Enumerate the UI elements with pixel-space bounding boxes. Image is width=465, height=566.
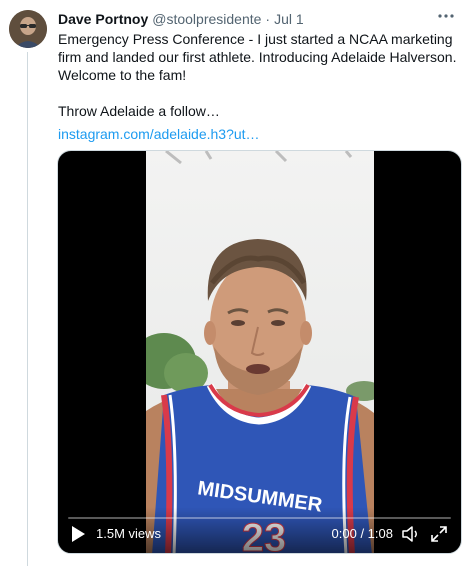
tweet: Dave Portnoy @stoolpresidente · Jul 1 Em… [0, 0, 465, 566]
more-options-button[interactable] [435, 8, 457, 24]
video-player[interactable]: MIDSUMMER 23 [57, 150, 462, 554]
play-button[interactable] [70, 525, 86, 543]
tweet-body: Emergency Press Conference - I just star… [58, 31, 457, 119]
separator-dot: · [265, 11, 271, 27]
tweet-date[interactable]: Jul 1 [274, 11, 304, 27]
avatar[interactable] [9, 10, 47, 48]
volume-button[interactable] [401, 524, 421, 544]
volume-icon [402, 526, 417, 542]
author-name[interactable]: Dave Portnoy [58, 11, 148, 27]
view-count: 1.5M views [96, 526, 162, 541]
more-horizontal-icon [438, 14, 454, 18]
thread-line [27, 52, 28, 566]
video-frame: MIDSUMMER 23 [146, 151, 374, 553]
fullscreen-icon [431, 526, 447, 542]
avatar-image [9, 10, 47, 48]
tweet-text: Emergency Press Conference - I just star… [58, 30, 458, 120]
fullscreen-button[interactable] [429, 524, 449, 544]
video-time: 0:00 / 1:08 [331, 526, 393, 541]
tweet-link[interactable]: instagram.com/adelaide.h3?ut… [58, 125, 260, 143]
video-progress-bar[interactable] [68, 517, 451, 519]
video-controls: 1.5M views 0:00 / 1:08 [58, 507, 461, 553]
play-icon [72, 526, 85, 542]
author-handle[interactable]: @stoolpresidente [152, 11, 261, 27]
video-thumbnail: MIDSUMMER 23 [146, 151, 374, 553]
tweet-header: Dave Portnoy @stoolpresidente · Jul 1 [58, 10, 304, 28]
